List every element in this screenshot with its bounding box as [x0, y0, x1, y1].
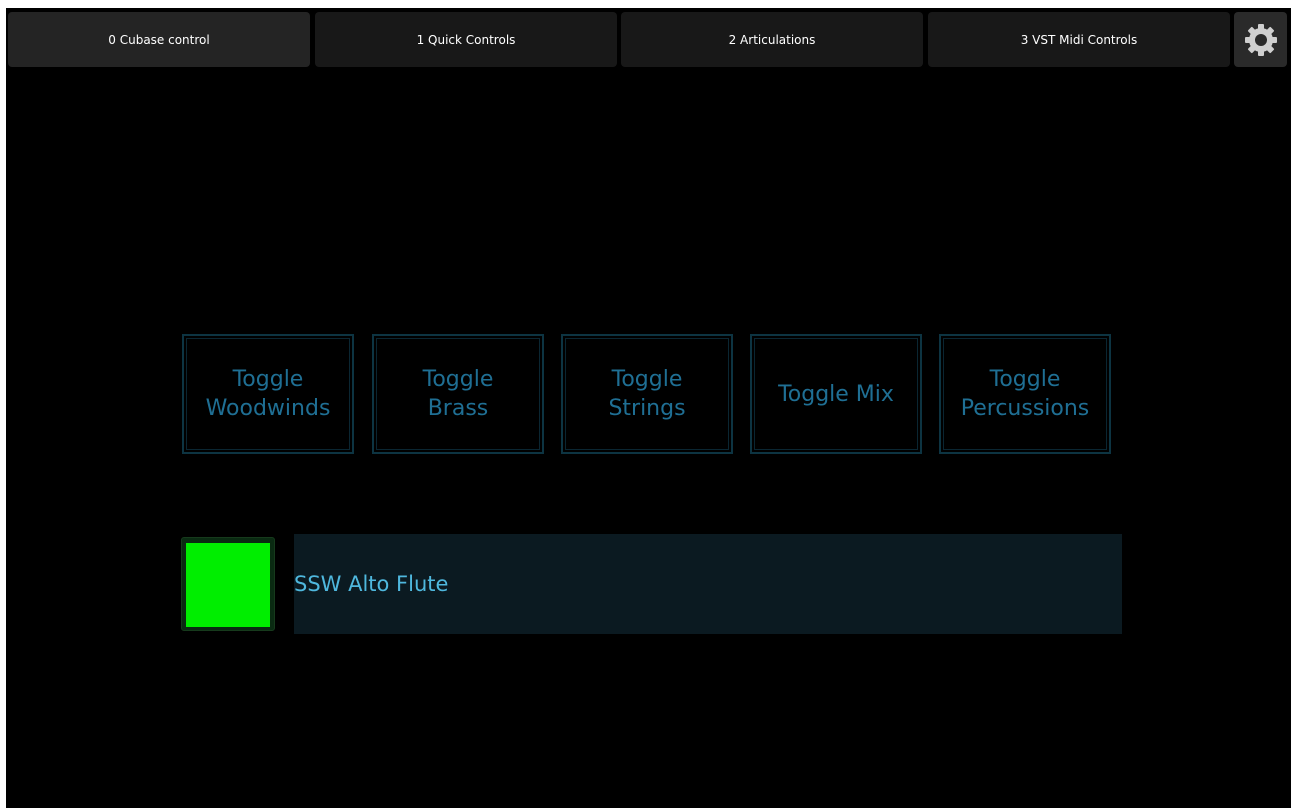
toggle-woodwinds-button[interactable]: Toggle Woodwinds — [182, 334, 354, 454]
tab-vst-midi-controls[interactable]: 3 VST Midi Controls — [928, 12, 1230, 67]
tab-label: 3 VST Midi Controls — [1020, 32, 1138, 47]
track-color-indicator[interactable] — [181, 537, 275, 631]
toggle-percussions-button[interactable]: Toggle Percussions — [939, 334, 1111, 454]
toggle-label: Toggle Woodwinds — [205, 367, 331, 421]
tab-articulations[interactable]: 2 Articulations — [621, 12, 923, 67]
toggle-label: Toggle Brass — [422, 367, 494, 421]
app-window: 0 Cubase control 1 Quick Controls 2 Arti… — [0, 0, 1297, 808]
toggle-brass-button[interactable]: Toggle Brass — [372, 334, 544, 454]
tab-label: 0 Cubase control — [108, 32, 210, 47]
toggle-label: Toggle Mix — [778, 381, 894, 407]
tab-quick-controls[interactable]: 1 Quick Controls — [315, 12, 617, 67]
track-name: SSW Alto Flute — [294, 572, 449, 596]
track-color-swatch — [186, 543, 270, 627]
toggle-mix-button[interactable]: Toggle Mix — [750, 334, 922, 454]
toggle-strings-button[interactable]: Toggle Strings — [561, 334, 733, 454]
tab-label: 2 Articulations — [728, 32, 816, 47]
toggle-label: Toggle Strings — [608, 367, 686, 421]
control-surface: 0 Cubase control 1 Quick Controls 2 Arti… — [6, 8, 1291, 808]
tab-cubase-control[interactable]: 0 Cubase control — [8, 12, 310, 67]
settings-button[interactable] — [1234, 12, 1287, 67]
tab-label: 1 Quick Controls — [416, 32, 516, 47]
toggle-label: Toggle Percussions — [960, 367, 1090, 421]
gear-icon — [1244, 23, 1277, 56]
track-name-display: SSW Alto Flute — [294, 534, 1122, 634]
